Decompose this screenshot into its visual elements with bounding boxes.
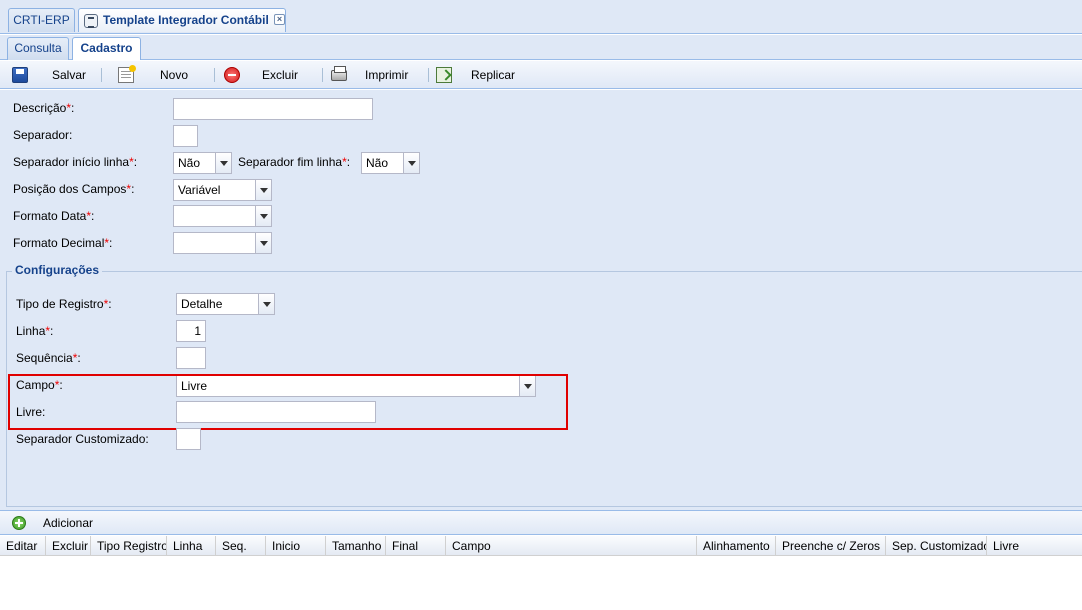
descricao-label: Descrição*:: [13, 101, 75, 115]
new-button[interactable]: Novo: [115, 61, 195, 89]
toolbar-separator: [322, 68, 323, 82]
chevron-down-icon[interactable]: [258, 293, 275, 315]
print-button[interactable]: Imprimir: [329, 61, 419, 89]
replicate-icon: [436, 67, 452, 83]
sequencia-label: Sequência*:: [16, 351, 81, 365]
close-icon[interactable]: ×: [274, 14, 285, 25]
save-button[interactable]: Salvar: [10, 61, 90, 89]
column-header-preenche-zeros[interactable]: Preenche c/ Zeros: [776, 536, 886, 556]
save-icon: [12, 67, 28, 83]
new-document-icon: [118, 65, 136, 83]
chevron-down-icon[interactable]: [255, 205, 272, 227]
new-button-label: Novo: [160, 68, 189, 82]
tipo-registro-label: Tipo de Registro*:: [16, 297, 112, 311]
descricao-input[interactable]: [173, 98, 373, 120]
sub-tab-strip: Consulta Cadastro: [0, 35, 1082, 60]
column-header-livre[interactable]: Livre: [987, 536, 1082, 556]
toolbar-separator: [101, 68, 102, 82]
column-header-editar[interactable]: Editar: [0, 536, 46, 556]
column-header-excluir[interactable]: Excluir: [46, 536, 91, 556]
tab-consulta[interactable]: Consulta: [7, 37, 69, 60]
grid-header: Editar Excluir Tipo Registro Linha Seq. …: [0, 536, 1082, 556]
add-icon: [12, 516, 26, 530]
sep-custom-label: Separador Customizado:: [16, 432, 149, 446]
linha-input[interactable]: [176, 320, 206, 342]
column-header-alinhamento[interactable]: Alinhamento: [697, 536, 776, 556]
posicao-label: Posição dos Campos*:: [13, 182, 135, 196]
column-header-final[interactable]: Final: [386, 536, 446, 556]
tab-template-integrador[interactable]: Template Integrador Contábil ×: [78, 8, 286, 32]
tab-crti-erp[interactable]: CRTI-ERP: [8, 8, 75, 32]
formato-decimal-select[interactable]: [173, 232, 272, 254]
delete-icon: [224, 67, 240, 83]
column-header-seq[interactable]: Seq.: [216, 536, 266, 556]
form-panel: Descrição*: Separador: Separador início …: [0, 90, 1082, 510]
column-header-campo[interactable]: Campo: [446, 536, 697, 556]
document-icon: [84, 14, 98, 28]
chevron-down-icon[interactable]: [255, 232, 272, 254]
chevron-down-icon[interactable]: [255, 179, 272, 201]
column-header-sep-customizado[interactable]: Sep. Customizado: [886, 536, 987, 556]
sep-inicio-value: Não: [178, 156, 201, 170]
linha-label: Linha*:: [16, 324, 54, 338]
column-header-tamanho[interactable]: Tamanho: [326, 536, 386, 556]
save-button-label: Salvar: [52, 68, 87, 82]
sequencia-input[interactable]: [176, 347, 206, 369]
configuracoes-legend: Configurações: [12, 263, 103, 277]
column-header-tipo-registro[interactable]: Tipo Registro: [91, 536, 167, 556]
column-header-linha[interactable]: Linha: [167, 536, 216, 556]
highlight-box: [8, 374, 568, 430]
tab-cadastro[interactable]: Cadastro: [72, 37, 141, 60]
formato-decimal-label: Formato Decimal*:: [13, 236, 113, 250]
column-header-inicio[interactable]: Inicio: [266, 536, 326, 556]
grid-body: [0, 557, 1082, 610]
tipo-registro-select[interactable]: Detalhe: [176, 293, 275, 315]
replicate-button-label: Replicar: [471, 68, 516, 82]
chevron-down-icon[interactable]: [215, 152, 232, 174]
sep-inicio-label: Separador início linha*:: [13, 155, 138, 169]
delete-button[interactable]: Excluir: [222, 61, 307, 89]
posicao-select[interactable]: Variável: [173, 179, 272, 201]
toolbar-separator: [214, 68, 215, 82]
formato-data-label: Formato Data*:: [13, 209, 95, 223]
top-tab-strip: CRTI-ERP Template Integrador Contábil ×: [0, 0, 1082, 34]
tab-template-integrador-label: Template Integrador Contábil: [103, 13, 269, 27]
sep-inicio-select[interactable]: Não: [173, 152, 232, 174]
add-button[interactable]: Adicionar: [0, 511, 110, 535]
chevron-down-icon[interactable]: [403, 152, 420, 174]
sep-fim-value: Não: [366, 156, 389, 170]
tipo-registro-value: Detalhe: [181, 297, 223, 311]
formato-data-select[interactable]: [173, 205, 272, 227]
grid-toolbar: Adicionar: [0, 510, 1082, 535]
print-button-label: Imprimir: [365, 68, 409, 82]
sep-fim-label: Separador fim linha*:: [238, 155, 351, 169]
delete-button-label: Excluir: [262, 68, 299, 82]
toolbar-separator: [428, 68, 429, 82]
replicate-button[interactable]: Replicar: [434, 61, 524, 89]
separador-label: Separador:: [13, 128, 73, 142]
posicao-value: Variável: [178, 183, 221, 197]
toolbar: Salvar Novo Excluir Imprimir Replicar: [0, 61, 1082, 89]
sep-custom-input[interactable]: [176, 428, 201, 450]
add-button-label: Adicionar: [43, 516, 94, 530]
printer-icon: [331, 66, 347, 81]
sep-fim-select[interactable]: Não: [361, 152, 420, 174]
separador-input[interactable]: [173, 125, 198, 147]
